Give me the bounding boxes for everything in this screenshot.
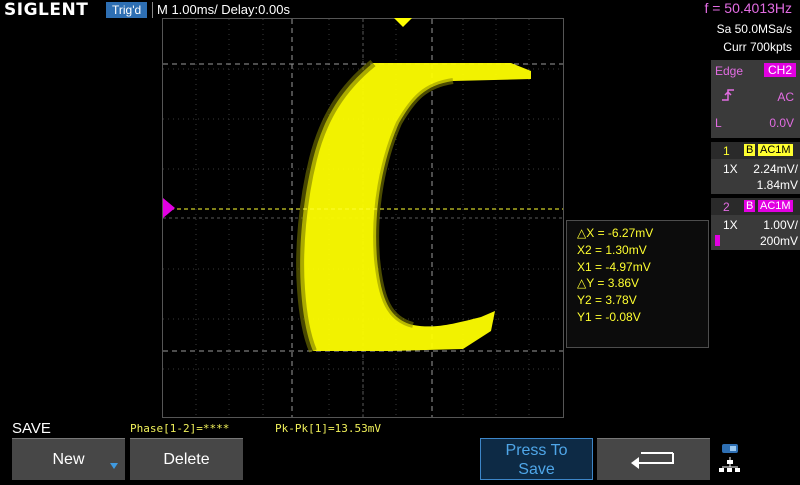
cursor-x2: X2 = 1.30mV [577,242,647,257]
delete-button-label: Delete [163,451,210,468]
press-to-save-button[interactable]: Press To Save [480,438,593,480]
channel-1-bw-badge: B [744,144,756,156]
delete-button[interactable]: Delete [130,438,243,480]
channel-2-offset: 1.00V/ [763,218,798,232]
xy-display-svg [163,19,563,417]
channel-2-coupling-badge: AC1M [758,200,793,212]
back-arrow-icon [631,452,674,469]
waveform-grid[interactable] [162,18,564,418]
channel-2-probe: 1X [723,218,738,232]
brand-logo: SIGLENT [4,0,89,20]
chevron-down-icon [110,463,118,469]
channel-1-offset: 2.24mV/ [753,162,798,176]
trigger-source-badge: CH2 [763,63,796,77]
channel-2-panel[interactable]: 2 B AC1M 1X 1.00V/ 200mV [711,198,800,250]
channel-1-coupling-badge: AC1M [758,144,793,156]
timebase-readout: M 1.00ms/ Delay:0.00s [157,2,290,17]
menu-title: SAVE [12,420,51,437]
cursor-readout-box: △X = -6.27mV X2 = 1.30mV X1 = -4.97mV △Y… [566,220,709,348]
xy-trace [296,59,531,353]
channel-1-probe: 1X [723,162,738,176]
new-button[interactable]: New [12,438,125,480]
trigger-status-badge: Trig'd [106,2,148,18]
trigger-level-marker[interactable] [163,198,175,218]
phase-measurement: Phase[1-2]=**** [130,422,230,435]
press-to-save-line1: Press To [505,442,568,459]
trigger-level-label: L [715,116,722,130]
trigger-panel[interactable]: Edge CH2 AC L 0.0V [711,60,800,138]
pkpk-measurement: Pk-Pk[1]=13.53mV [275,422,381,435]
channel-2-bw-badge: B [744,200,756,212]
cursor-delta-y: △Y = 3.86V [577,276,640,291]
channel-2-scale: 200mV [759,234,798,248]
trigger-level-value: 0.0V [769,116,794,130]
network-icon [719,444,740,472]
sample-rate-readout: Sa 50.0MSa/s [716,22,792,36]
channel-1-scale: 1.84mV [756,178,798,192]
memory-depth-readout: Curr 700kpts [723,40,792,54]
trigger-edge-icon [722,89,734,101]
frequency-readout: f = 50.4013Hz [704,0,792,16]
channel-2-color-marker [715,235,720,246]
horizontal-position-marker[interactable] [394,18,412,28]
cursor-y2: Y2 = 3.78V [577,293,637,308]
cursor-delta-x: △X = -6.27mV [577,226,654,240]
channel-2-number: 2 [723,200,730,214]
channel-1-number: 1 [723,144,730,158]
press-to-save-line2: Save [518,461,555,478]
cursor-y1: Y1 = -0.08V [577,309,641,324]
trigger-coupling: AC [777,90,794,104]
trigger-type-label: Edge [715,64,744,78]
channel-1-panel[interactable]: 1 B AC1M 1X 2.24mV/ 1.84mV [711,142,800,194]
header-divider [152,2,153,18]
back-button[interactable] [597,438,710,480]
network-status[interactable] [716,440,746,480]
cursor-x1: X1 = -4.97mV [577,259,651,274]
